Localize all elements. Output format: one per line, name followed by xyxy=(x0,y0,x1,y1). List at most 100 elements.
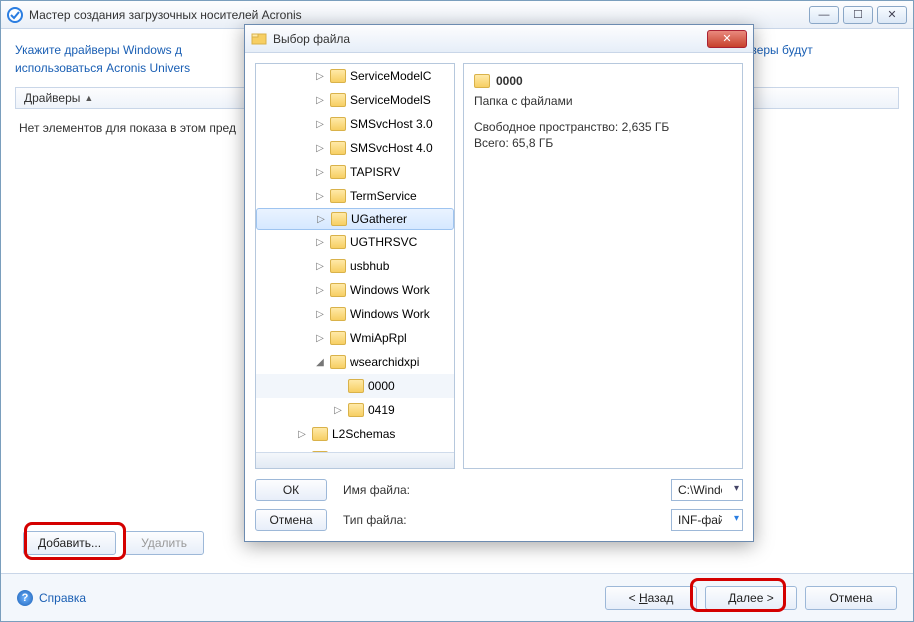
expander-icon[interactable]: ▷ xyxy=(314,333,326,344)
folder-icon xyxy=(330,331,346,345)
tree-item[interactable]: ▷ Windows Work xyxy=(256,302,454,326)
folder-icon xyxy=(330,93,346,107)
ok-button[interactable]: ОК xyxy=(255,479,327,501)
wizard-cancel-button[interactable]: Отмена xyxy=(805,586,897,610)
instruction-part1: Укажите драйверы Windows д xyxy=(15,43,182,57)
folder-icon xyxy=(348,379,364,393)
filename-label: Имя файла: xyxy=(343,483,661,497)
tree-item[interactable]: ▷ SMSvcHost 3.0 xyxy=(256,112,454,136)
detail-free-space: Свободное пространство: 2,635 ГБ xyxy=(474,120,732,134)
tree-item-label: usbhub xyxy=(350,259,389,273)
expander-icon[interactable]: ▷ xyxy=(332,405,344,416)
tree-item[interactable]: 0000 xyxy=(256,374,454,398)
file-dialog-panels: ▷ ServiceModelC ▷ ServiceModelS ▷ SMSvcHost 3… xyxy=(255,63,743,469)
tree-item-label: 0419 xyxy=(368,403,395,417)
next-button[interactable]: Далее > xyxy=(705,586,797,610)
tree-item[interactable]: ▷ SMSvcHost 4.0 xyxy=(256,136,454,160)
folder-icon xyxy=(474,74,490,88)
tree-item[interactable]: ▷ UGTHRSVC xyxy=(256,230,454,254)
file-dialog-title: Выбор файла xyxy=(273,32,707,46)
folder-icon xyxy=(348,403,364,417)
tree-item[interactable]: ▷ ServiceModelS xyxy=(256,88,454,112)
tree-item[interactable]: ▷ ServiceModelC xyxy=(256,64,454,88)
tree-item[interactable]: ▷ usbhub xyxy=(256,254,454,278)
tree-item[interactable]: ▷ L2Schemas xyxy=(256,422,454,446)
tree-item-label: WmiApRpl xyxy=(350,331,407,345)
tree-item-label: L2Schemas xyxy=(332,427,395,441)
filetype-combo-wrap: ▾ xyxy=(671,509,743,531)
tree-item[interactable]: ◢wsearchidxpi xyxy=(256,350,454,374)
expander-icon[interactable]: ▷ xyxy=(296,429,308,440)
file-dialog-close-button[interactable]: ✕ xyxy=(707,30,747,48)
tree-item-label: SMSvcHost 3.0 xyxy=(350,117,433,131)
expander-icon[interactable]: ▷ xyxy=(314,261,326,272)
tree-item-label: UGTHRSVC xyxy=(350,235,417,249)
folder-icon xyxy=(330,283,346,297)
tree-item-label: Windows Work xyxy=(350,307,430,321)
expander-icon[interactable]: ▷ xyxy=(314,237,326,248)
folder-icon xyxy=(312,427,328,441)
help-link[interactable]: ? Справка xyxy=(17,590,597,606)
filetype-label: Тип файла: xyxy=(343,513,661,527)
add-button[interactable]: Добавить... xyxy=(23,531,116,555)
detail-title: 0000 xyxy=(474,74,732,88)
folder-icon xyxy=(330,355,346,369)
folder-icon xyxy=(330,69,346,83)
expander-icon[interactable]: ▷ xyxy=(314,167,326,178)
expander-icon[interactable]: ▷ xyxy=(314,191,326,202)
help-label: Справка xyxy=(39,591,86,605)
folder-icon xyxy=(330,189,346,203)
tree-item[interactable]: ▷ UGatherer xyxy=(256,208,454,230)
expander-icon[interactable]: ◢ xyxy=(314,357,326,368)
remove-button: Удалить xyxy=(124,531,204,555)
expander-icon[interactable]: ▷ xyxy=(314,95,326,106)
filetype-combo[interactable] xyxy=(671,509,743,531)
tree-item-label: SMSvcHost 4.0 xyxy=(350,141,433,155)
app-icon xyxy=(7,7,23,23)
detail-total-space: Всего: 65,8 ГБ xyxy=(474,136,732,150)
tree-item-label: ServiceModelC xyxy=(350,69,431,83)
expander-icon[interactable]: ▷ xyxy=(314,119,326,130)
filetype-dropdown-icon[interactable]: ▾ xyxy=(734,513,739,524)
tree-item-label: Windows Work xyxy=(350,283,430,297)
instruction-part2: использоваться Acronis Univers xyxy=(15,61,190,75)
tree-item-label: TermService xyxy=(350,189,417,203)
tree-item-label: 0000 xyxy=(368,379,395,393)
file-dialog-fields: Имя файла: ▾ ОК Тип файла: ▾ Отмена xyxy=(255,479,743,531)
file-dialog-icon xyxy=(251,31,267,47)
tree-item[interactable]: ▷TAPISRV xyxy=(256,160,454,184)
tree-horizontal-scrollbar[interactable] xyxy=(256,452,454,468)
filename-input-wrap: ▾ xyxy=(671,479,743,501)
detail-name: 0000 xyxy=(496,74,523,88)
expander-icon[interactable]: ▷ xyxy=(314,285,326,296)
tree-item[interactable]: ▷ 0419 xyxy=(256,398,454,422)
help-icon: ? xyxy=(17,590,33,606)
folder-icon xyxy=(330,307,346,321)
expander-icon[interactable]: ▷ xyxy=(315,214,327,225)
detail-type: Папка с файлами xyxy=(474,94,732,108)
back-button[interactable]: < Назад xyxy=(605,586,697,610)
folder-icon xyxy=(330,165,346,179)
filename-dropdown-icon[interactable]: ▾ xyxy=(734,483,739,494)
close-button[interactable]: ✕ xyxy=(877,6,907,24)
expander-icon[interactable]: ▷ xyxy=(314,309,326,320)
expander-icon[interactable]: ▷ xyxy=(314,143,326,154)
wizard-bottom-bar: ? Справка < Назад Далее > Отмена xyxy=(1,573,913,621)
file-dialog-cancel-button[interactable]: Отмена xyxy=(255,509,327,531)
maximize-button[interactable]: ☐ xyxy=(843,6,873,24)
window-controls: — ☐ ✕ xyxy=(809,6,907,24)
file-dialog: Выбор файла ✕ ▷ ServiceModelC ▷ ServiceMode… xyxy=(244,24,754,542)
tree-item[interactable]: ▷ WmiApRpl xyxy=(256,326,454,350)
tree-item[interactable]: ▷ TermService xyxy=(256,184,454,208)
minimize-button[interactable]: — xyxy=(809,6,839,24)
filename-input[interactable] xyxy=(671,479,743,501)
tree-item-label: ServiceModelS xyxy=(350,93,431,107)
tree-item-label: UGatherer xyxy=(351,212,407,226)
tree-item[interactable]: ▷ Windows Work xyxy=(256,278,454,302)
folder-tree[interactable]: ▷ ServiceModelC ▷ ServiceModelS ▷ SMSvcHost 3… xyxy=(255,63,455,469)
folder-icon xyxy=(330,259,346,273)
folder-icon xyxy=(330,117,346,131)
expander-icon[interactable]: ▷ xyxy=(314,71,326,82)
folder-icon xyxy=(330,235,346,249)
file-dialog-titlebar: Выбор файла ✕ xyxy=(245,25,753,53)
